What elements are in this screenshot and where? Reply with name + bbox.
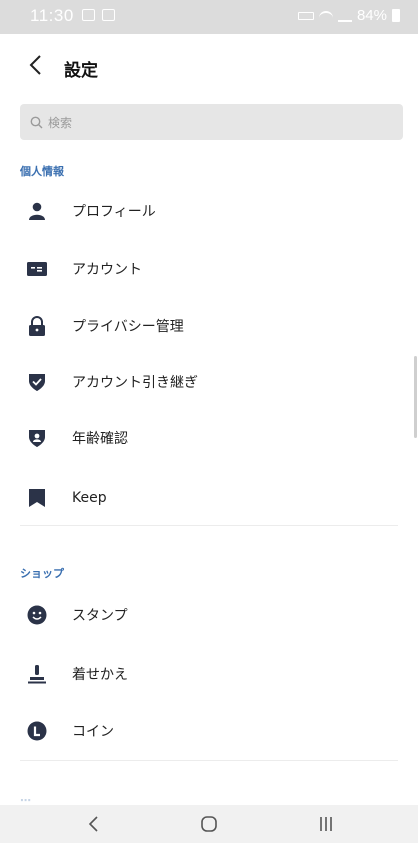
signal-icon — [337, 10, 352, 22]
scrollbar[interactable] — [414, 356, 417, 438]
bookmark-icon — [26, 487, 48, 509]
wifi-icon — [318, 10, 333, 21]
stamp-icon — [26, 663, 48, 685]
settings-item-label: プロフィール — [72, 204, 156, 220]
settings-item-stamp[interactable]: スタンプ — [0, 587, 418, 643]
settings-item-keep[interactable]: Keep — [0, 470, 418, 526]
settings-item-label: アカウント引き継ぎ — [72, 375, 198, 391]
system-navigation-bar — [0, 805, 418, 843]
settings-item-label: 着せかえ — [72, 667, 128, 683]
settings-item-account-transfer[interactable]: アカウント引き継ぎ — [0, 354, 418, 410]
back-arrow-icon — [29, 55, 41, 75]
settings-item-profile[interactable]: プロフィール — [0, 183, 418, 239]
shield-check-icon — [26, 371, 48, 393]
page-title: 設定 — [64, 61, 98, 81]
battery-icon — [392, 9, 400, 22]
section-title-personal: 個人情報 — [20, 165, 64, 178]
settings-item-label: プライバシー管理 — [72, 319, 184, 335]
header: 設定 — [0, 34, 418, 100]
status-time: 11:30 — [30, 6, 74, 25]
line-notification-icon — [102, 9, 115, 21]
section-title-shop: ショップ — [20, 567, 64, 580]
shield-person-icon — [26, 427, 48, 449]
nav-home-button[interactable] — [189, 810, 229, 838]
settings-item-coin[interactable]: コイン — [0, 703, 418, 759]
lock-icon — [26, 315, 48, 337]
section-divider — [20, 525, 398, 526]
smiley-icon — [26, 604, 48, 626]
coin-icon — [26, 720, 48, 742]
person-icon — [26, 200, 48, 222]
battery-percent: 84% — [356, 7, 387, 24]
nav-back-icon — [88, 816, 98, 832]
gallery-notification-icon — [82, 9, 95, 21]
settings-item-account[interactable]: アカウント — [0, 241, 418, 297]
nfc-icon — [297, 11, 314, 20]
nav-home-icon — [201, 816, 217, 832]
section-divider — [20, 760, 398, 761]
settings-item-label: Keep — [72, 490, 107, 506]
status-bar: 11:30 84% — [0, 0, 418, 34]
search-placeholder: 検索 — [48, 115, 73, 130]
search-icon — [30, 116, 43, 128]
settings-item-theme[interactable]: 着せかえ — [0, 646, 418, 702]
nav-back-button[interactable] — [74, 810, 114, 838]
settings-item-age-verification[interactable]: 年齢確認 — [0, 410, 418, 466]
search-input[interactable]: 検索 — [20, 104, 403, 140]
id-card-icon — [26, 258, 48, 280]
settings-item-privacy[interactable]: プライバシー管理 — [0, 298, 418, 354]
settings-item-label: 年齢確認 — [72, 431, 128, 447]
settings-item-label: アカウント — [72, 262, 142, 278]
nav-recents-button[interactable] — [306, 810, 346, 838]
settings-item-label: コイン — [72, 724, 114, 740]
back-button[interactable] — [20, 48, 54, 82]
settings-item-label: スタンプ — [72, 608, 128, 624]
nav-recents-icon — [320, 817, 332, 831]
